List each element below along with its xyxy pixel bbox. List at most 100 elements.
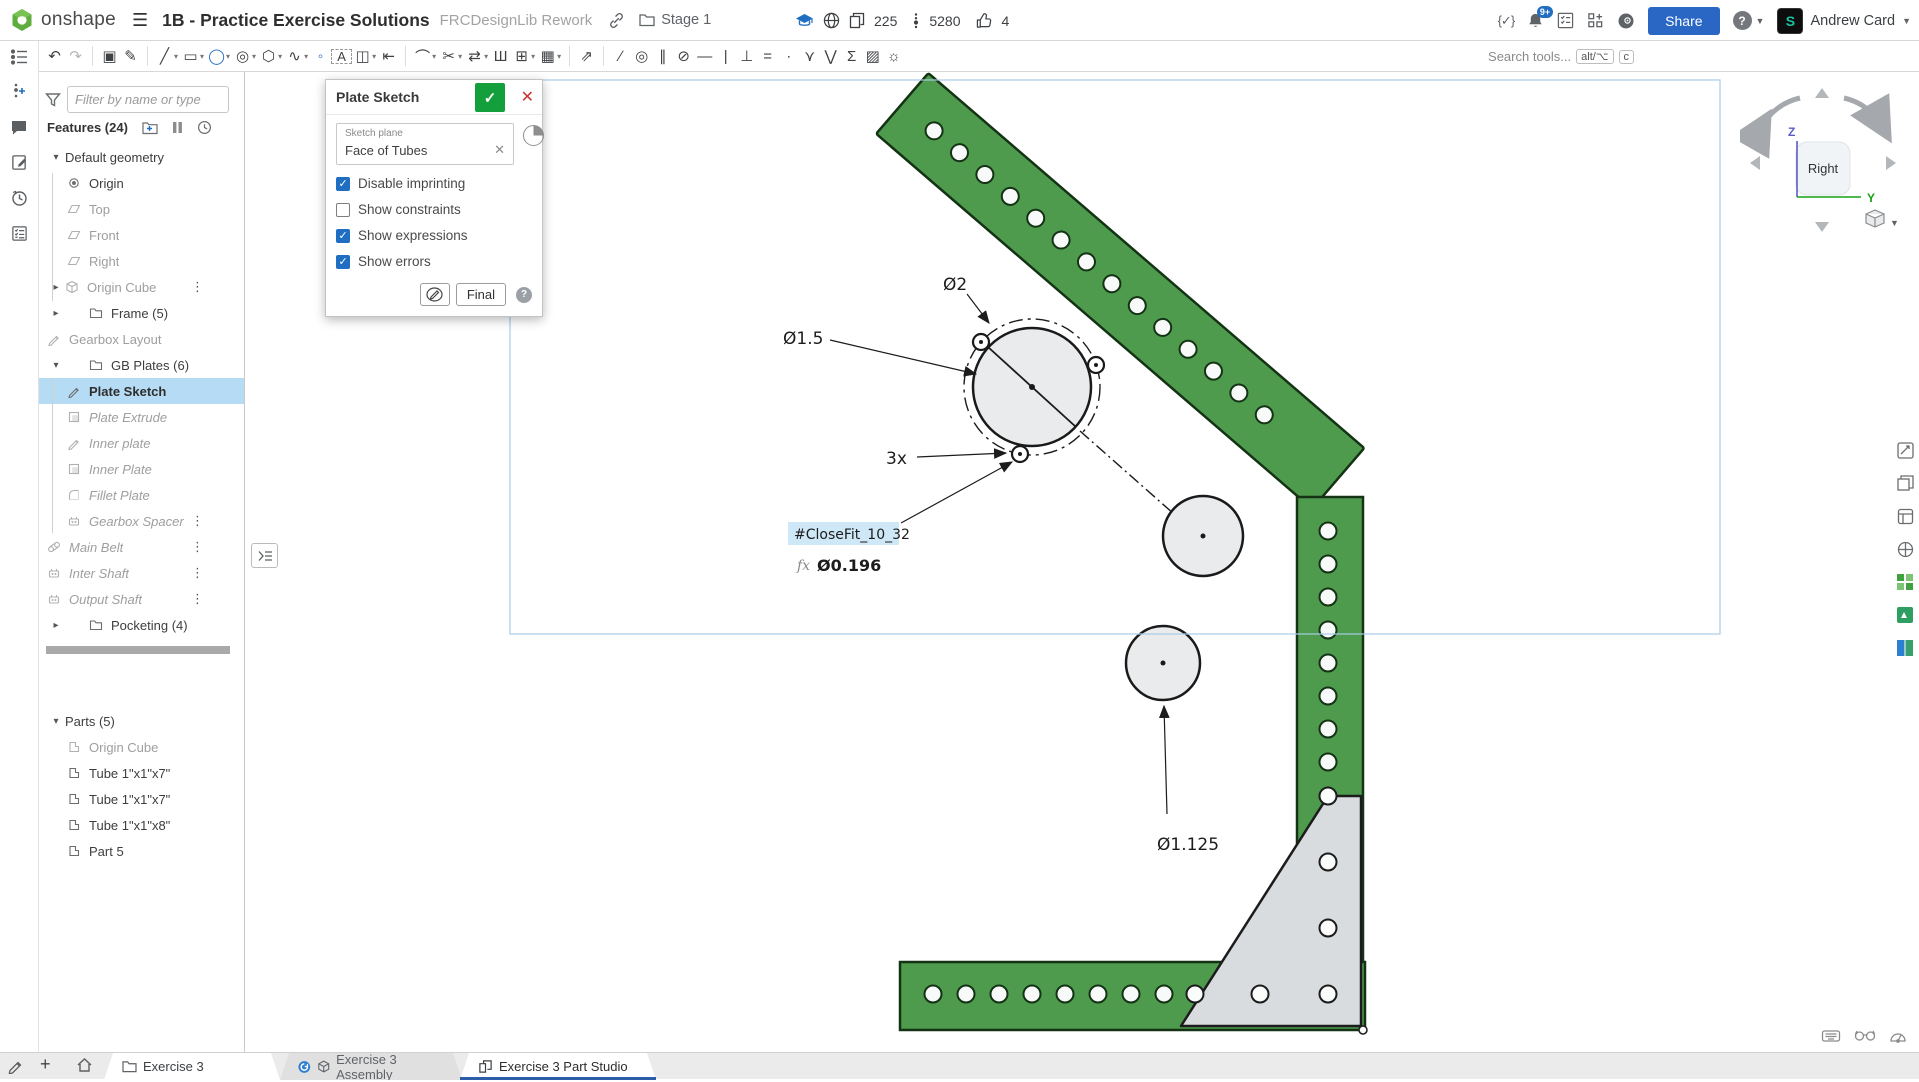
suppressed-dots-icon[interactable]: ⋮ <box>191 591 204 607</box>
comments-icon[interactable] <box>10 119 28 136</box>
notifications-bell-icon[interactable]: 9+ <box>1527 12 1544 30</box>
chevron-down-icon[interactable]: ▾ <box>484 52 488 61</box>
right-panel-button-1[interactable] <box>1893 438 1917 462</box>
linear-pattern-icon[interactable]: Ш <box>490 48 511 65</box>
feature-row[interactable]: Fillet Plate <box>39 482 244 508</box>
feature-row[interactable]: ▾GB Plates (6) <box>39 352 244 378</box>
point-tool-icon[interactable]: ◦ <box>310 48 331 65</box>
fillet-tool-icon[interactable]: ⌒ <box>412 46 433 67</box>
rotate-down-arrow[interactable] <box>1815 222 1829 232</box>
document-title[interactable]: 1B - Practice Exercise Solutions <box>162 10 429 31</box>
inspect-tool-icon[interactable]: ⇗ <box>576 47 597 65</box>
feature-row[interactable]: Tube 1"x1"x7" <box>39 760 244 786</box>
perpendicular-constraint-icon[interactable]: ⊥ <box>736 47 757 65</box>
concentric-constraint-icon[interactable]: ◎ <box>631 47 652 65</box>
feature-row[interactable]: ▸Frame (5) <box>39 300 244 326</box>
equal-constraint-icon[interactable]: = <box>757 48 778 65</box>
count-label[interactable]: 3x <box>886 449 907 469</box>
mate-connector-icon[interactable] <box>523 125 544 146</box>
tab-exercise-3[interactable]: Exercise 3 <box>104 1053 280 1080</box>
right-panel-button-5[interactable] <box>1893 570 1917 594</box>
circle-tool-icon[interactable]: ◯ <box>206 47 227 65</box>
feature-row[interactable]: Right <box>39 248 244 274</box>
feature-row[interactable]: Part 5 <box>39 838 244 864</box>
checkbox-row[interactable]: Show constraints <box>336 202 532 217</box>
learning-cap-icon[interactable] <box>795 13 814 29</box>
vertical-constraint-icon[interactable]: | <box>715 48 736 65</box>
pattern-grid-icon[interactable]: ⊞ <box>511 47 532 65</box>
spline-tool-icon[interactable]: ∿ <box>284 47 305 65</box>
right-panel-button-4[interactable] <box>1893 537 1917 561</box>
chevron-down-icon[interactable]: ▾ <box>432 52 436 61</box>
expression-value[interactable]: Ø0.196 <box>817 556 881 575</box>
rotate-up-arrow[interactable] <box>1815 88 1829 98</box>
rotate-ccw-arrow[interactable] <box>1762 98 1800 126</box>
versions-icon[interactable] <box>11 82 27 101</box>
chevron-right-icon[interactable]: ▸ <box>47 620 65 631</box>
tab-exercise-3-assembly[interactable]: Exercise 3 Assembly <box>280 1053 462 1080</box>
rectangle-tool-icon[interactable]: ▭ <box>180 47 201 65</box>
fork-dots-icon[interactable] <box>912 12 920 30</box>
chevron-down-icon[interactable]: ▾ <box>252 52 256 61</box>
thumbs-up-icon[interactable] <box>976 12 993 29</box>
rotate-cw-arrow[interactable] <box>1844 98 1882 126</box>
feature-list-toggle[interactable] <box>0 41 39 72</box>
share-button[interactable]: Share <box>1648 7 1719 35</box>
feature-row[interactable]: Origin <box>39 170 244 196</box>
checkbox-row[interactable]: Show errors <box>336 254 532 269</box>
variables-sigma-icon[interactable]: Σ <box>841 48 862 65</box>
filter-input[interactable]: Filter by name or type <box>67 86 229 113</box>
feature-row[interactable]: Tube 1"x1"x8" <box>39 812 244 838</box>
trim-tool-icon[interactable]: ✂ <box>438 47 459 65</box>
feature-row[interactable]: ▾Default geometry <box>39 144 244 170</box>
horizontal-constraint-icon[interactable]: — <box>694 48 715 65</box>
chevron-down-icon[interactable]: ▾ <box>557 52 561 61</box>
idler-circle[interactable] <box>1163 496 1243 576</box>
feature-row[interactable]: ▸Origin Cube⋮ <box>39 274 244 300</box>
sketch-endpoint[interactable] <box>1359 1026 1367 1034</box>
undo-icon[interactable]: ↶ <box>44 47 65 65</box>
sketch-mode-button[interactable] <box>420 283 450 306</box>
checkbox-row[interactable]: Disable imprinting <box>336 176 532 191</box>
dim-bolt-circle[interactable]: Ø2 <box>943 275 967 295</box>
document-notes-icon[interactable] <box>11 154 28 171</box>
polygon-tool-icon[interactable]: ⬡ <box>258 47 279 65</box>
feature-row[interactable]: Gearbox Spacer⋮ <box>39 508 244 534</box>
feature-row[interactable]: Main Belt⋮ <box>39 534 244 560</box>
dimension-list-flyout-button[interactable] <box>251 543 278 568</box>
transform-tool-icon[interactable]: ⇄ <box>464 47 485 65</box>
chevron-down-icon[interactable]: ▾ <box>200 52 204 61</box>
feature-row[interactable]: ▾Parts (5) <box>39 708 244 734</box>
home-tab-icon[interactable] <box>76 1057 93 1073</box>
feature-row[interactable]: Tube 1"x1"x7" <box>39 786 244 812</box>
hamburger-menu-icon[interactable]: ☰ <box>132 10 148 31</box>
text-tool-icon[interactable]: A <box>331 49 352 64</box>
user-menu[interactable]: S Andrew Card ▼ <box>1777 8 1911 34</box>
feature-row[interactable]: Origin Cube <box>39 734 244 760</box>
share-link-icon[interactable] <box>608 12 625 29</box>
tasks-checklist-icon[interactable] <box>1557 12 1574 29</box>
accept-button[interactable]: ✓ <box>475 83 505 112</box>
center-circle-tool-icon[interactable]: ◎ <box>232 47 253 65</box>
rollback-bar[interactable] <box>46 646 230 654</box>
ai-assistant-icon[interactable] <box>1617 12 1635 30</box>
orbit-dial-icon[interactable] <box>1889 1028 1907 1044</box>
cancel-icon[interactable]: ✕ <box>521 87 534 107</box>
feature-row[interactable]: Plate Sketch <box>39 378 244 404</box>
render-quality-icon[interactable] <box>1821 1028 1841 1044</box>
chevron-down-icon[interactable]: ▾ <box>278 52 282 61</box>
gusset-plate[interactable] <box>1181 788 1367 1035</box>
right-panel-button-2[interactable] <box>1893 471 1917 495</box>
suppress-pause-icon[interactable] <box>172 121 183 134</box>
feature-row[interactable]: Inter Shaft⋮ <box>39 560 244 586</box>
dim-lower-circle[interactable]: Ø1.125 <box>1157 835 1219 855</box>
chevron-down-icon[interactable]: ▾ <box>372 52 376 61</box>
chevron-down-icon[interactable]: ▾ <box>304 52 308 61</box>
chevron-down-icon[interactable]: ▾ <box>226 52 230 61</box>
workspace-name[interactable]: FRCDesignLib Rework <box>440 12 593 29</box>
chevron-down-icon[interactable]: ▾ <box>47 152 65 163</box>
offset-tool-icon[interactable]: ⇤ <box>378 47 399 65</box>
feature-row[interactable]: Front <box>39 222 244 248</box>
show-errors-checkbox[interactable] <box>336 255 350 269</box>
feature-row[interactable]: Plate Extrude <box>39 404 244 430</box>
